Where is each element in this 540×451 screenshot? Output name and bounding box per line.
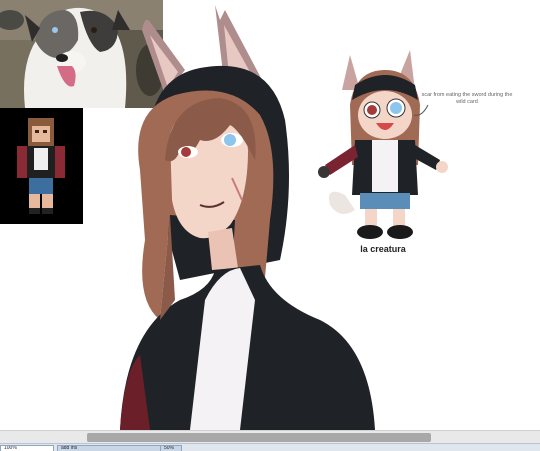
scar-annotation: scar from eating the sword during the wi… [421,92,513,105]
taskbar-item-zoom[interactable]: 100% [0,445,54,451]
taskbar-item-zoom-secondary[interactable]: 50% [160,445,182,451]
minecraft-skin-reference [0,108,83,224]
horizontal-scrollbar[interactable] [0,430,540,444]
taskbar-item-addins[interactable]: add ins [57,445,165,451]
drawing-canvas[interactable]: scar from eating the sword during the wi… [0,0,540,430]
chibi-creature-drawing [318,50,448,239]
creature-caption: la creatura [360,244,406,254]
scrollbar-thumb[interactable] [87,433,431,442]
